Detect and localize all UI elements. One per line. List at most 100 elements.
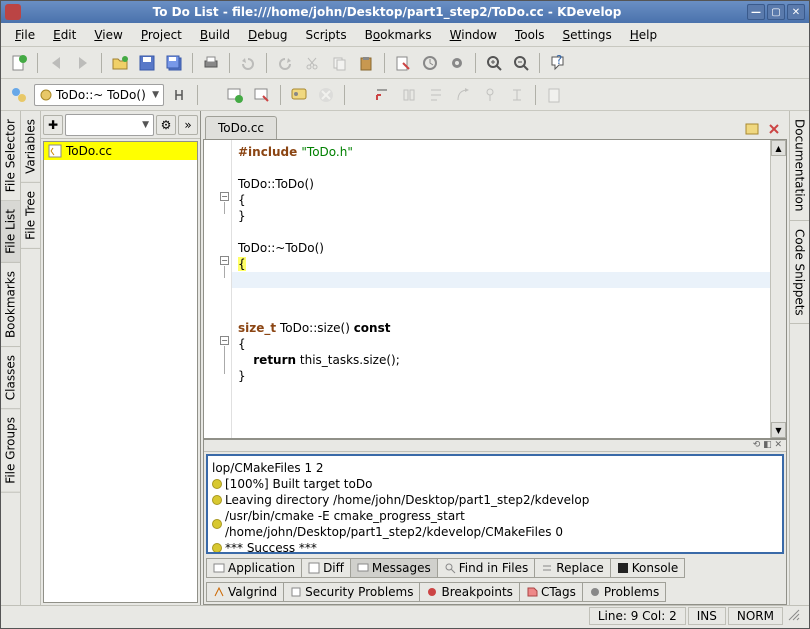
run-to-cursor-icon[interactable] <box>505 83 529 107</box>
step-over-icon[interactable] <box>370 83 394 107</box>
forward-icon[interactable] <box>71 51 95 75</box>
minimize-button[interactable]: — <box>747 4 765 20</box>
btab-breakpoints[interactable]: Breakpoints <box>419 582 519 602</box>
btab-valgrind[interactable]: Valgrind <box>206 582 284 602</box>
step-into-icon[interactable] <box>397 83 421 107</box>
new-file-icon[interactable] <box>7 51 31 75</box>
editor-tab-todo[interactable]: ToDo.cc <box>205 116 277 139</box>
step-instr-icon[interactable] <box>478 83 502 107</box>
build-icon[interactable] <box>418 51 442 75</box>
bottom-panel: ⟲ ◧ ✕ lop/CMakeFiles 1 2 [100%] Built ta… <box>203 439 787 605</box>
fold-marker[interactable]: − <box>220 336 229 345</box>
message-line: lop/CMakeFiles 1 2 <box>212 460 778 476</box>
filter-config-icon[interactable]: ⚙ <box>156 115 176 135</box>
btab-ctags[interactable]: CTags <box>519 582 583 602</box>
scroll-up-icon[interactable]: ▲ <box>771 140 786 156</box>
tab-close-icon[interactable] <box>764 119 784 139</box>
menu-help[interactable]: Help <box>622 25 665 45</box>
tab-documentation[interactable]: Documentation <box>790 111 809 221</box>
code-editor[interactable]: − − − #include #include "ToDo.h""ToDo.h"… <box>203 139 787 439</box>
redo-icon[interactable] <box>273 51 297 75</box>
debug-icon[interactable] <box>250 83 274 107</box>
filter-add-icon[interactable]: ✚ <box>43 115 63 135</box>
btab-problems[interactable]: Problems <box>582 582 666 602</box>
document-icon[interactable] <box>542 83 566 107</box>
resize-grip-icon[interactable] <box>787 608 803 624</box>
btab-find[interactable]: Find in Files <box>437 558 536 578</box>
left-sidebar-tabs: File Selector File List Bookmarks Classe… <box>1 111 21 605</box>
maximize-button[interactable]: ▢ <box>767 4 785 20</box>
menubar: File Edit View Project Build Debug Scrip… <box>1 23 809 47</box>
menu-bookmarks[interactable]: Bookmarks <box>357 25 440 45</box>
editor-tab-bar: ToDo.cc <box>201 111 789 139</box>
btab-messages[interactable]: Messages <box>350 558 438 578</box>
menu-edit[interactable]: Edit <box>45 25 84 45</box>
step-out-icon[interactable] <box>424 83 448 107</box>
btab-diff[interactable]: Diff <box>301 558 351 578</box>
menu-tools[interactable]: Tools <box>507 25 553 45</box>
main-toolbar: ? <box>1 47 809 79</box>
file-item-todo[interactable]: ToDo.cc <box>44 142 197 160</box>
copy-icon[interactable] <box>327 51 351 75</box>
status-insert-mode: INS <box>688 607 726 625</box>
tab-code-snippets[interactable]: Code Snippets <box>790 221 809 325</box>
undo-icon[interactable] <box>236 51 260 75</box>
class-dropdown[interactable]: ToDo::~ ToDo() ▼ <box>34 84 164 106</box>
tab-file-groups[interactable]: File Groups <box>1 409 20 493</box>
menu-scripts[interactable]: Scripts <box>298 25 355 45</box>
zoom-in-icon[interactable] <box>482 51 506 75</box>
tab-bookmarks[interactable]: Bookmarks <box>1 263 20 347</box>
tab-file-selector[interactable]: File Selector <box>1 111 20 201</box>
sync-icon[interactable] <box>167 83 191 107</box>
tab-file-tree[interactable]: File Tree <box>21 183 40 249</box>
identity-icon[interactable] <box>287 83 311 107</box>
cut-icon[interactable] <box>300 51 324 75</box>
expand-icon[interactable]: » <box>178 115 198 135</box>
menu-file[interactable]: File <box>7 25 43 45</box>
filter-dropdown[interactable]: ▼ <box>65 114 154 136</box>
scroll-down-icon[interactable]: ▼ <box>771 422 786 438</box>
status-bar: Line: 9 Col: 2 INS NORM <box>1 605 809 625</box>
fold-marker[interactable]: − <box>220 256 229 265</box>
menu-window[interactable]: Window <box>442 25 505 45</box>
print-icon[interactable] <box>199 51 223 75</box>
close-button[interactable]: ✕ <box>787 4 805 20</box>
class-browser-icon[interactable] <box>7 83 31 107</box>
goto-icon[interactable] <box>391 51 415 75</box>
message-line: Leaving directory /home/john/Desktop/par… <box>212 492 778 508</box>
menu-project[interactable]: Project <box>133 25 190 45</box>
fold-marker[interactable]: − <box>220 192 229 201</box>
zoom-out-icon[interactable] <box>509 51 533 75</box>
paste-icon[interactable] <box>354 51 378 75</box>
back-icon[interactable] <box>44 51 68 75</box>
editor-gutter[interactable]: − − − <box>204 140 232 438</box>
run-icon[interactable] <box>223 83 247 107</box>
tab-variables[interactable]: Variables <box>21 111 40 183</box>
save-all-icon[interactable] <box>162 51 186 75</box>
editor-scrollbar[interactable]: ▲ ▼ <box>770 140 786 438</box>
continue-icon[interactable] <box>451 83 475 107</box>
btab-replace[interactable]: Replace <box>534 558 610 578</box>
code-content[interactable]: #include #include "ToDo.h""ToDo.h" ToDo:… <box>232 140 786 438</box>
stop-icon[interactable] <box>314 83 338 107</box>
messages-output[interactable]: lop/CMakeFiles 1 2 [100%] Built target t… <box>206 454 784 554</box>
btab-application[interactable]: Application <box>206 558 302 578</box>
main-area: File Selector File List Bookmarks Classe… <box>1 111 809 605</box>
save-icon[interactable] <box>135 51 159 75</box>
whatsthis-icon[interactable]: ? <box>546 51 570 75</box>
menu-build[interactable]: Build <box>192 25 238 45</box>
btab-konsole[interactable]: Konsole <box>610 558 686 578</box>
open-icon[interactable] <box>108 51 132 75</box>
tab-list-icon[interactable] <box>742 119 762 139</box>
message-line: [100%] Built target toDo <box>212 476 778 492</box>
window-title: To Do List - file:///home/john/Desktop/p… <box>27 5 747 19</box>
btab-security[interactable]: Security Problems <box>283 582 420 602</box>
tab-classes[interactable]: Classes <box>1 347 20 409</box>
gear-icon[interactable] <box>445 51 469 75</box>
menu-view[interactable]: View <box>86 25 130 45</box>
tab-file-list[interactable]: File List <box>1 201 20 263</box>
menu-settings[interactable]: Settings <box>555 25 620 45</box>
menu-debug[interactable]: Debug <box>240 25 295 45</box>
file-list[interactable]: ToDo.cc <box>43 141 198 603</box>
bottom-panel-controls[interactable]: ⟲ ◧ ✕ <box>204 440 786 452</box>
